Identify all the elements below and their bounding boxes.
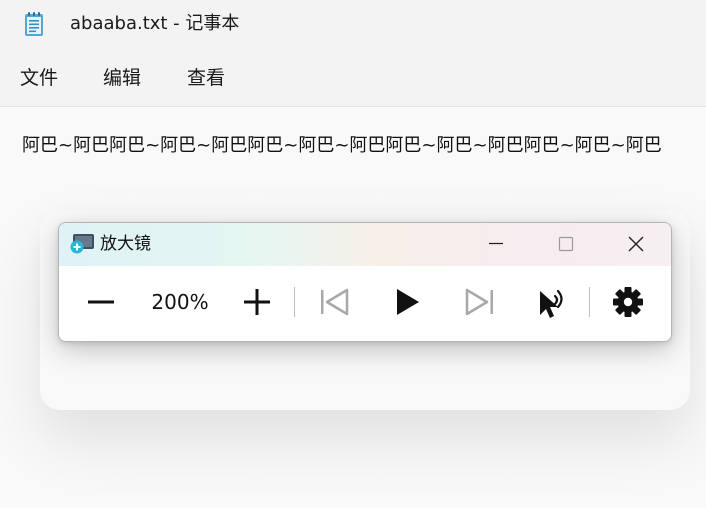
previous-button[interactable]	[313, 280, 357, 324]
settings-button[interactable]	[606, 280, 650, 324]
menu-bar: 文件 编辑 查看	[0, 50, 706, 107]
magnifier-toolbar: 200%	[59, 266, 671, 341]
magnifier-title: 放大镜	[100, 234, 151, 254]
zoom-out-icon	[88, 300, 114, 304]
read-from-pointer-icon	[540, 289, 563, 318]
zoom-out-button[interactable]	[79, 280, 123, 324]
magnifier-icon	[70, 234, 94, 254]
magnifier-title-bar[interactable]: 放大镜	[59, 223, 671, 266]
play-button[interactable]	[385, 280, 429, 324]
previous-icon	[321, 288, 349, 316]
zoom-in-icon	[244, 289, 270, 315]
close-icon	[628, 236, 644, 252]
maximize-button[interactable]	[543, 223, 589, 266]
read-from-pointer-button[interactable]	[531, 280, 575, 324]
magnifier-window: 放大镜 200%	[58, 222, 672, 342]
settings-icon	[613, 287, 643, 317]
next-icon	[465, 288, 493, 316]
notepad-icon	[25, 12, 43, 36]
zoom-in-button[interactable]	[235, 280, 279, 324]
zoom-level: 200%	[151, 290, 209, 314]
document-text: 阿巴~阿巴阿巴~阿巴~阿巴阿巴~阿巴~阿巴阿巴~阿巴~阿巴阿巴~阿巴~阿巴	[22, 135, 662, 156]
window-title: abaaba.txt - 记事本	[70, 13, 240, 34]
close-button[interactable]	[613, 223, 659, 266]
toolbar-separator	[589, 287, 590, 317]
minimize-button[interactable]	[473, 223, 519, 266]
next-button[interactable]	[457, 280, 501, 324]
maximize-icon	[558, 236, 574, 252]
menu-view[interactable]: 查看	[187, 66, 225, 90]
play-icon	[397, 289, 419, 315]
menu-edit[interactable]: 编辑	[103, 66, 141, 90]
toolbar-separator	[294, 287, 295, 317]
minimize-icon	[489, 242, 503, 245]
menu-file[interactable]: 文件	[20, 66, 58, 90]
notepad-title-bar[interactable]: abaaba.txt - 记事本	[0, 0, 706, 50]
